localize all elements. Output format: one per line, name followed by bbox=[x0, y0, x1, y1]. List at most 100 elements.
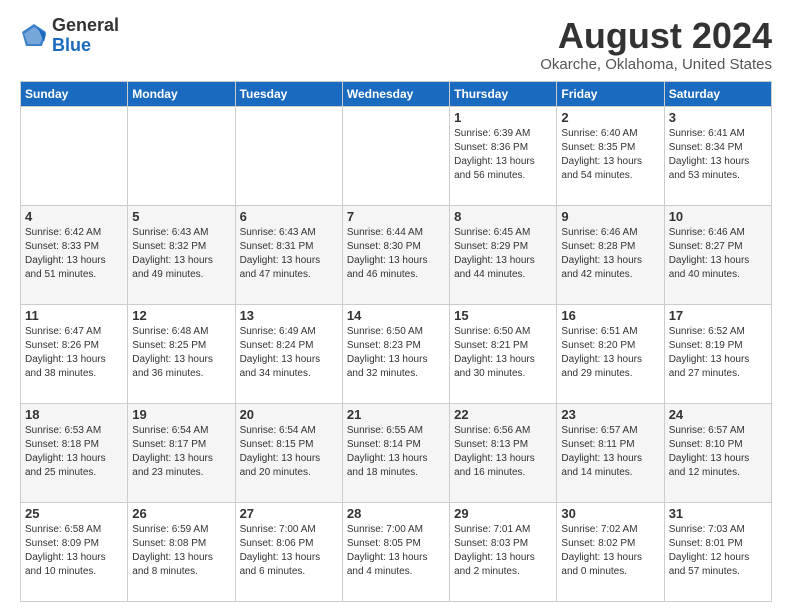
calendar-cell: 20Sunrise: 6:54 AM Sunset: 8:15 PM Dayli… bbox=[235, 403, 342, 502]
calendar-cell: 7 Sunrise: 6:44 AM Sunset: 8:30 PM Daylig… bbox=[342, 205, 449, 304]
day-number: 28 bbox=[347, 506, 445, 521]
weekday-header-saturday: Saturday bbox=[664, 81, 771, 106]
day-number: 3 bbox=[669, 110, 767, 125]
day-info: Sunrise: 6:54 AM Sunset: 8:17 PM Dayligh… bbox=[132, 424, 230, 480]
calendar-cell: 17 Sunrise: 6:52 AM Sunset: 8:19 PM Dayli… bbox=[664, 304, 771, 403]
day-number: 14 bbox=[347, 308, 445, 323]
logo: General Blue bbox=[20, 16, 119, 56]
weekday-header-tuesday: Tuesday bbox=[235, 81, 342, 106]
day-number: 19 bbox=[132, 407, 230, 422]
day-number: 6 bbox=[240, 209, 338, 224]
calendar-cell: 13 Sunrise: 6:49 AM Sunset: 8:24 PM Dayli… bbox=[235, 304, 342, 403]
day-info: Sunrise: 6:53 AM Sunset: 8:18 PM Dayligh… bbox=[25, 424, 123, 480]
main-title: August 2024 bbox=[540, 16, 772, 56]
day-number: 29 bbox=[454, 506, 552, 521]
calendar-cell: 15 Sunrise: 6:50 AM Sunset: 8:21 PM Dayli… bbox=[450, 304, 557, 403]
day-info: Sunrise: 7:02 AM Sunset: 8:02 PM Dayligh… bbox=[561, 523, 659, 579]
day-info: Sunrise: 7:00 AM Sunset: 8:05 PM Dayligh… bbox=[347, 523, 445, 579]
calendar-body: 1Sunrise: 6:39 AM Sunset: 8:36 PM Daylig… bbox=[21, 106, 772, 601]
calendar-cell bbox=[235, 106, 342, 205]
calendar-cell: 1Sunrise: 6:39 AM Sunset: 8:36 PM Daylig… bbox=[450, 106, 557, 205]
header: General Blue August 2024 Okarche, Oklaho… bbox=[20, 16, 772, 73]
day-number: 17 bbox=[669, 308, 767, 323]
day-number: 8 bbox=[454, 209, 552, 224]
calendar-cell: 24 Sunrise: 6:57 AM Sunset: 8:10 PM Dayli… bbox=[664, 403, 771, 502]
calendar-cell: 31Sunrise: 7:03 AM Sunset: 8:01 PM Dayli… bbox=[664, 502, 771, 601]
week-row-5: 25Sunrise: 6:58 AM Sunset: 8:09 PM Dayli… bbox=[21, 502, 772, 601]
day-info: Sunrise: 6:39 AM Sunset: 8:36 PM Dayligh… bbox=[454, 127, 552, 183]
calendar-cell: 19 Sunrise: 6:54 AM Sunset: 8:17 PM Dayli… bbox=[128, 403, 235, 502]
calendar-cell: 26 Sunrise: 6:59 AM Sunset: 8:08 PM Dayli… bbox=[128, 502, 235, 601]
day-number: 9 bbox=[561, 209, 659, 224]
week-row-2: 4 Sunrise: 6:42 AM Sunset: 8:33 PM Daylig… bbox=[21, 205, 772, 304]
day-info: Sunrise: 6:41 AM Sunset: 8:34 PM Dayligh… bbox=[669, 127, 767, 183]
day-info: Sunrise: 6:50 AM Sunset: 8:23 PM Dayligh… bbox=[347, 325, 445, 381]
calendar-header: SundayMondayTuesdayWednesdayThursdayFrid… bbox=[21, 81, 772, 106]
weekday-header-thursday: Thursday bbox=[450, 81, 557, 106]
day-info: Sunrise: 6:46 AM Sunset: 8:28 PM Dayligh… bbox=[561, 226, 659, 282]
day-info: Sunrise: 6:42 AM Sunset: 8:33 PM Dayligh… bbox=[25, 226, 123, 282]
day-number: 5 bbox=[132, 209, 230, 224]
calendar-table: SundayMondayTuesdayWednesdayThursdayFrid… bbox=[20, 81, 772, 602]
calendar-cell: 12Sunrise: 6:48 AM Sunset: 8:25 PM Dayli… bbox=[128, 304, 235, 403]
calendar-cell: 29Sunrise: 7:01 AM Sunset: 8:03 PM Dayli… bbox=[450, 502, 557, 601]
calendar-cell: 4 Sunrise: 6:42 AM Sunset: 8:33 PM Daylig… bbox=[21, 205, 128, 304]
logo-general: General bbox=[52, 15, 119, 35]
week-row-3: 11Sunrise: 6:47 AM Sunset: 8:26 PM Dayli… bbox=[21, 304, 772, 403]
day-info: Sunrise: 6:45 AM Sunset: 8:29 PM Dayligh… bbox=[454, 226, 552, 282]
day-number: 27 bbox=[240, 506, 338, 521]
calendar-cell: 3 Sunrise: 6:41 AM Sunset: 8:34 PM Daylig… bbox=[664, 106, 771, 205]
day-number: 10 bbox=[669, 209, 767, 224]
calendar-cell: 21Sunrise: 6:55 AM Sunset: 8:14 PM Dayli… bbox=[342, 403, 449, 502]
logo-text: General Blue bbox=[52, 16, 119, 56]
day-info: Sunrise: 6:59 AM Sunset: 8:08 PM Dayligh… bbox=[132, 523, 230, 579]
day-info: Sunrise: 6:48 AM Sunset: 8:25 PM Dayligh… bbox=[132, 325, 230, 381]
day-number: 2 bbox=[561, 110, 659, 125]
day-info: Sunrise: 6:56 AM Sunset: 8:13 PM Dayligh… bbox=[454, 424, 552, 480]
day-number: 22 bbox=[454, 407, 552, 422]
calendar-cell: 11Sunrise: 6:47 AM Sunset: 8:26 PM Dayli… bbox=[21, 304, 128, 403]
day-number: 24 bbox=[669, 407, 767, 422]
weekday-header-wednesday: Wednesday bbox=[342, 81, 449, 106]
logo-blue: Blue bbox=[52, 35, 91, 55]
day-info: Sunrise: 7:03 AM Sunset: 8:01 PM Dayligh… bbox=[669, 523, 767, 579]
day-number: 20 bbox=[240, 407, 338, 422]
day-number: 18 bbox=[25, 407, 123, 422]
day-info: Sunrise: 6:52 AM Sunset: 8:19 PM Dayligh… bbox=[669, 325, 767, 381]
day-number: 7 bbox=[347, 209, 445, 224]
calendar-cell: 25Sunrise: 6:58 AM Sunset: 8:09 PM Dayli… bbox=[21, 502, 128, 601]
day-info: Sunrise: 6:46 AM Sunset: 8:27 PM Dayligh… bbox=[669, 226, 767, 282]
calendar-cell: 6 Sunrise: 6:43 AM Sunset: 8:31 PM Daylig… bbox=[235, 205, 342, 304]
page: General Blue August 2024 Okarche, Oklaho… bbox=[0, 0, 792, 612]
day-number: 23 bbox=[561, 407, 659, 422]
day-info: Sunrise: 6:40 AM Sunset: 8:35 PM Dayligh… bbox=[561, 127, 659, 183]
day-number: 4 bbox=[25, 209, 123, 224]
day-number: 25 bbox=[25, 506, 123, 521]
calendar-cell: 22 Sunrise: 6:56 AM Sunset: 8:13 PM Dayli… bbox=[450, 403, 557, 502]
day-info: Sunrise: 6:44 AM Sunset: 8:30 PM Dayligh… bbox=[347, 226, 445, 282]
day-info: Sunrise: 7:00 AM Sunset: 8:06 PM Dayligh… bbox=[240, 523, 338, 579]
day-number: 13 bbox=[240, 308, 338, 323]
day-number: 15 bbox=[454, 308, 552, 323]
subtitle: Okarche, Oklahoma, United States bbox=[540, 56, 772, 73]
calendar-cell: 30Sunrise: 7:02 AM Sunset: 8:02 PM Dayli… bbox=[557, 502, 664, 601]
weekday-header-friday: Friday bbox=[557, 81, 664, 106]
weekday-header-sunday: Sunday bbox=[21, 81, 128, 106]
calendar-cell bbox=[128, 106, 235, 205]
day-info: Sunrise: 6:50 AM Sunset: 8:21 PM Dayligh… bbox=[454, 325, 552, 381]
calendar-cell: 18 Sunrise: 6:53 AM Sunset: 8:18 PM Dayli… bbox=[21, 403, 128, 502]
weekday-row: SundayMondayTuesdayWednesdayThursdayFrid… bbox=[21, 81, 772, 106]
day-number: 26 bbox=[132, 506, 230, 521]
calendar-cell: 14 Sunrise: 6:50 AM Sunset: 8:23 PM Dayli… bbox=[342, 304, 449, 403]
day-info: Sunrise: 6:49 AM Sunset: 8:24 PM Dayligh… bbox=[240, 325, 338, 381]
day-info: Sunrise: 6:55 AM Sunset: 8:14 PM Dayligh… bbox=[347, 424, 445, 480]
day-info: Sunrise: 6:57 AM Sunset: 8:10 PM Dayligh… bbox=[669, 424, 767, 480]
calendar-cell: 2 Sunrise: 6:40 AM Sunset: 8:35 PM Daylig… bbox=[557, 106, 664, 205]
day-info: Sunrise: 6:43 AM Sunset: 8:31 PM Dayligh… bbox=[240, 226, 338, 282]
day-info: Sunrise: 6:57 AM Sunset: 8:11 PM Dayligh… bbox=[561, 424, 659, 480]
day-info: Sunrise: 6:51 AM Sunset: 8:20 PM Dayligh… bbox=[561, 325, 659, 381]
day-number: 11 bbox=[25, 308, 123, 323]
calendar-cell bbox=[21, 106, 128, 205]
calendar-cell: 10 Sunrise: 6:46 AM Sunset: 8:27 PM Dayli… bbox=[664, 205, 771, 304]
calendar-cell: 9 Sunrise: 6:46 AM Sunset: 8:28 PM Daylig… bbox=[557, 205, 664, 304]
